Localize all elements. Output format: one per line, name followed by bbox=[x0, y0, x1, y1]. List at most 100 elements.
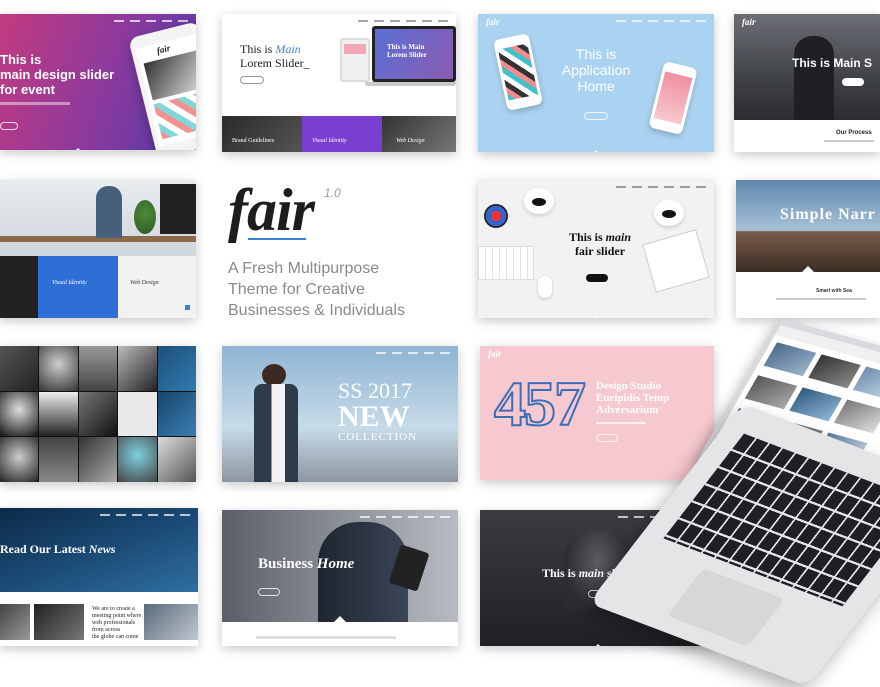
card-visual-identity[interactable]: Visual Identity bbox=[38, 256, 118, 318]
tile-event-slider[interactable]: This is main design slider for event fai… bbox=[0, 14, 196, 150]
heading-plain: This is bbox=[568, 230, 606, 244]
phone-photo bbox=[143, 50, 196, 101]
brand-version: 1.0 bbox=[324, 186, 341, 200]
grid-photo bbox=[157, 391, 196, 437]
laptop-hero bbox=[588, 318, 880, 687]
card-web-design[interactable]: Web Design bbox=[382, 116, 456, 152]
slider-heading: Simple Narr bbox=[780, 206, 876, 223]
tile-application-home[interactable]: fair This is Application Home bbox=[478, 14, 714, 152]
learn-more-button[interactable] bbox=[596, 434, 618, 442]
news-photo bbox=[144, 604, 198, 640]
heading-line: Application bbox=[561, 62, 631, 78]
blue-square bbox=[185, 305, 190, 310]
speaker-left bbox=[524, 188, 554, 214]
heading-italic: main bbox=[578, 566, 605, 580]
mini-nav bbox=[222, 510, 458, 524]
tile-news[interactable]: Read Our Latest News We are to create a … bbox=[0, 508, 198, 646]
mouse bbox=[538, 276, 552, 298]
office-photo: fair This is Main S bbox=[734, 14, 880, 120]
slider-notch bbox=[592, 644, 604, 646]
site-logo: fair bbox=[488, 349, 502, 359]
learn-more-button[interactable] bbox=[842, 78, 864, 86]
heading-italic: News bbox=[88, 542, 116, 556]
text-line: the globe can come bbox=[92, 634, 139, 640]
slider-notch bbox=[590, 150, 602, 152]
card-label: Visual Identity bbox=[52, 280, 87, 286]
heading-line: This is bbox=[575, 46, 617, 62]
person bbox=[96, 186, 122, 238]
tile-lorem-slider[interactable]: This is Main Lorem Slider_ This is Main … bbox=[222, 14, 456, 152]
tile-office-slider[interactable]: fair This is Main S Our Process bbox=[734, 14, 880, 152]
footer-text bbox=[256, 636, 396, 639]
speaker-right bbox=[654, 200, 684, 226]
heading-line: This is Main bbox=[387, 43, 425, 51]
laptop-trackpad bbox=[666, 568, 785, 647]
grid-photo bbox=[0, 437, 39, 482]
text-line: web professionals bbox=[92, 620, 136, 626]
tile-photo-grid[interactable] bbox=[0, 346, 196, 482]
phone-right bbox=[648, 60, 698, 136]
grid-photo bbox=[78, 346, 118, 391]
mini-nav bbox=[0, 508, 198, 522]
heading-line: COLLECTION bbox=[338, 431, 418, 443]
laptop-mockup: This is Main Lorem Slider bbox=[372, 26, 456, 82]
keyboard bbox=[478, 246, 534, 280]
collection-heading: SS 2017 NEW COLLECTION bbox=[338, 380, 417, 443]
caption: Smart with Sea bbox=[816, 288, 852, 294]
tile-collection[interactable]: SS 2017 NEW COLLECTION bbox=[222, 346, 458, 482]
heading-line: Lorem Slider_ bbox=[240, 56, 310, 70]
heading-plain: Business bbox=[258, 556, 317, 572]
news-photo bbox=[34, 604, 84, 640]
grid-photo bbox=[39, 346, 78, 391]
site-logo: fair bbox=[742, 17, 756, 27]
tagline-line: Theme for Creative bbox=[228, 281, 365, 298]
card-label: Brand Guidelines bbox=[232, 138, 275, 144]
slider-heading: This is Application Home bbox=[548, 46, 644, 94]
card-brand-guidelines[interactable]: Brand Guidelines bbox=[222, 116, 302, 152]
heading-line: main design slider bbox=[0, 67, 115, 82]
mini-nav bbox=[0, 14, 196, 28]
ocean-photo: Read Our Latest News bbox=[0, 508, 198, 592]
brand-block: fair 1.0 A Fresh Multipurpose Theme for … bbox=[228, 180, 468, 330]
tile-business-home[interactable]: Business Home bbox=[222, 510, 458, 646]
tile-workspace[interactable]: Visual Identity Web Design bbox=[0, 180, 196, 318]
learn-more-button[interactable] bbox=[584, 112, 608, 120]
phone-mockup: fair bbox=[128, 21, 196, 150]
heading-plain: This is bbox=[240, 42, 276, 56]
tile-simple-narrative[interactable]: Simple Narr Smart with Sea bbox=[736, 180, 880, 318]
slider-notch bbox=[72, 148, 84, 150]
grid-photo bbox=[118, 437, 157, 482]
slider-notch bbox=[590, 316, 602, 318]
tile-desk-slider[interactable]: This is main fair slider bbox=[478, 180, 714, 318]
learn-more-button[interactable] bbox=[240, 76, 264, 84]
card-dark[interactable] bbox=[0, 256, 38, 318]
brand-underline bbox=[248, 238, 306, 240]
slider-heading: Business Home bbox=[258, 556, 354, 573]
section-title: Our Process bbox=[836, 130, 872, 136]
grid-photo bbox=[0, 346, 39, 391]
notebook bbox=[642, 229, 710, 293]
learn-more-button[interactable] bbox=[586, 274, 608, 282]
brand-tagline: A Fresh Multipurpose Theme for Creative … bbox=[228, 258, 405, 321]
mini-nav bbox=[478, 14, 714, 28]
heading-plain: Read Our Latest bbox=[0, 542, 89, 556]
heading-italic: Home bbox=[316, 556, 355, 572]
inner-heading: This is Main Lorem Slider bbox=[387, 43, 427, 59]
learn-more-button[interactable] bbox=[258, 588, 280, 596]
business-photo: Business Home bbox=[222, 510, 458, 622]
grid-photo bbox=[157, 346, 196, 391]
card-visual-identity[interactable]: Visual Identity bbox=[302, 116, 382, 152]
big-number: 457 bbox=[493, 368, 587, 439]
studio-text bbox=[596, 422, 646, 424]
read-more-button[interactable] bbox=[0, 122, 18, 130]
news-photo bbox=[0, 604, 30, 640]
tablet-mockup bbox=[340, 38, 370, 82]
mini-nav bbox=[478, 180, 714, 194]
heading-line: NEW bbox=[338, 400, 410, 433]
grid-photo bbox=[0, 391, 39, 437]
slider-heading: This is Main Lorem Slider_ bbox=[240, 42, 310, 70]
plant bbox=[134, 200, 156, 234]
phone-logo: fair bbox=[155, 42, 172, 56]
card-web-design[interactable]: Web Design bbox=[118, 256, 196, 318]
section-text bbox=[824, 140, 874, 142]
